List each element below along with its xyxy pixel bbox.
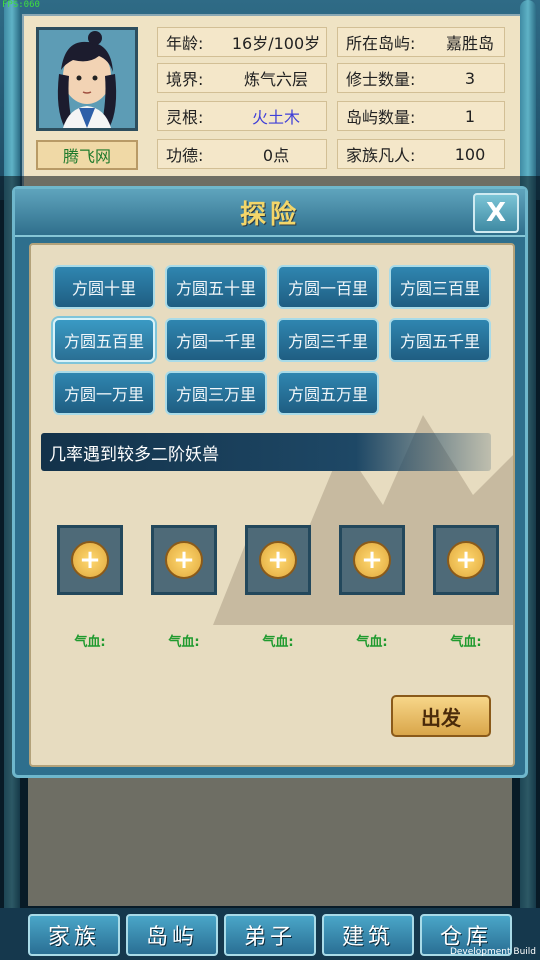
island-count-value: 1 bbox=[464, 106, 476, 126]
slot-5-hp-label: 气血: bbox=[450, 635, 482, 650]
nav-family[interactable]: 家族 bbox=[28, 914, 120, 956]
island-row: 所在岛屿: 嘉胜岛 bbox=[337, 27, 505, 57]
companion-slot-1[interactable]: + bbox=[57, 525, 123, 595]
merit-row: 功德: 0点 bbox=[157, 139, 327, 169]
range-button-50000[interactable]: 方圆五万里 bbox=[277, 371, 379, 415]
range-button-100[interactable]: 方圆一百里 bbox=[277, 265, 379, 309]
fps-counter: FPS:060 bbox=[2, 0, 40, 10]
realm-label: 境界: bbox=[166, 70, 204, 89]
explore-dialog: 探险 X 方圆十里 方圆五十里 方圆一百里 方圆三百里 方圆五百里 方圆一千里 … bbox=[12, 186, 528, 778]
slot-4-hp-label: 气血: bbox=[356, 635, 388, 650]
range-button-5000[interactable]: 方圆五千里 bbox=[389, 318, 491, 362]
age-row: 年龄: 16岁/100岁 bbox=[157, 27, 327, 57]
slot-3-hp-label: 气血: bbox=[262, 635, 294, 650]
realm-value: 炼气六层 bbox=[243, 70, 308, 89]
range-button-1000[interactable]: 方圆一千里 bbox=[165, 318, 267, 362]
island-label: 所在岛屿: bbox=[346, 34, 416, 53]
range-button-500[interactable]: 方圆五百里 bbox=[53, 318, 155, 362]
plus-icon: + bbox=[447, 541, 485, 579]
slot-1-hp-label: 气血: bbox=[74, 635, 106, 650]
nav-islands[interactable]: 岛屿 bbox=[126, 914, 218, 956]
dialog-title-bar: 探险 bbox=[15, 189, 525, 237]
range-button-50[interactable]: 方圆五十里 bbox=[165, 265, 267, 309]
spirit-root-value: 火土木 bbox=[251, 108, 300, 127]
companion-slot-3[interactable]: + bbox=[245, 525, 311, 595]
cultivator-count-value: 3 bbox=[464, 68, 476, 88]
close-button[interactable]: X bbox=[473, 193, 519, 233]
island-count-row: 岛屿数量: 1 bbox=[337, 101, 505, 131]
range-button-300[interactable]: 方圆三百里 bbox=[389, 265, 491, 309]
mortal-count-row: 家族凡人: 100 bbox=[337, 139, 505, 169]
range-button-30000[interactable]: 方圆三万里 bbox=[165, 371, 267, 415]
plus-icon: + bbox=[259, 541, 297, 579]
companion-slot-2[interactable]: + bbox=[151, 525, 217, 595]
age-value: 16岁/100岁 bbox=[231, 34, 321, 53]
cultivator-count-row: 修士数量: 3 bbox=[337, 63, 505, 93]
range-description: 几率遇到较多二阶妖兽 bbox=[41, 433, 491, 471]
island-value: 嘉胜岛 bbox=[445, 34, 494, 53]
plus-icon: + bbox=[71, 541, 109, 579]
dialog-title: 探险 bbox=[239, 199, 300, 230]
depart-button[interactable]: 出发 bbox=[391, 695, 491, 737]
range-button-3000[interactable]: 方圆三千里 bbox=[277, 318, 379, 362]
companion-slot-5[interactable]: + bbox=[433, 525, 499, 595]
nav-disciples[interactable]: 弟子 bbox=[224, 914, 316, 956]
cultivator-count-label: 修士数量: bbox=[346, 70, 416, 89]
age-label: 年龄: bbox=[166, 34, 204, 53]
island-count-label: 岛屿数量: bbox=[346, 108, 416, 127]
spirit-root-label: 灵根: bbox=[166, 108, 204, 127]
mortal-count-label: 家族凡人: bbox=[346, 146, 416, 165]
realm-row: 境界: 炼气六层 bbox=[157, 63, 327, 93]
slot-2-hp-label: 气血: bbox=[168, 635, 200, 650]
plus-icon: + bbox=[165, 541, 203, 579]
merit-value: 0点 bbox=[262, 146, 290, 165]
development-build-label: Development Build bbox=[449, 947, 536, 957]
character-portrait[interactable] bbox=[36, 27, 138, 131]
range-button-10[interactable]: 方圆十里 bbox=[53, 265, 155, 309]
dialog-body: 方圆十里 方圆五十里 方圆一百里 方圆三百里 方圆五百里 方圆一千里 方圆三千里… bbox=[29, 243, 515, 767]
merit-label: 功德: bbox=[166, 146, 204, 165]
spirit-root-row: 灵根: 火土木 bbox=[157, 101, 327, 131]
plus-icon: + bbox=[353, 541, 391, 579]
character-name-plate[interactable]: 腾飞网 bbox=[36, 140, 138, 170]
profile-panel: 腾飞网 年龄: 16岁/100岁 境界: 炼气六层 灵根: 火土木 功德: 0点… bbox=[0, 0, 540, 200]
companion-slot-4[interactable]: + bbox=[339, 525, 405, 595]
mortal-count-value: 100 bbox=[454, 144, 486, 164]
nav-buildings[interactable]: 建筑 bbox=[322, 914, 414, 956]
range-button-10000[interactable]: 方圆一万里 bbox=[53, 371, 155, 415]
character-avatar-icon bbox=[39, 30, 135, 128]
